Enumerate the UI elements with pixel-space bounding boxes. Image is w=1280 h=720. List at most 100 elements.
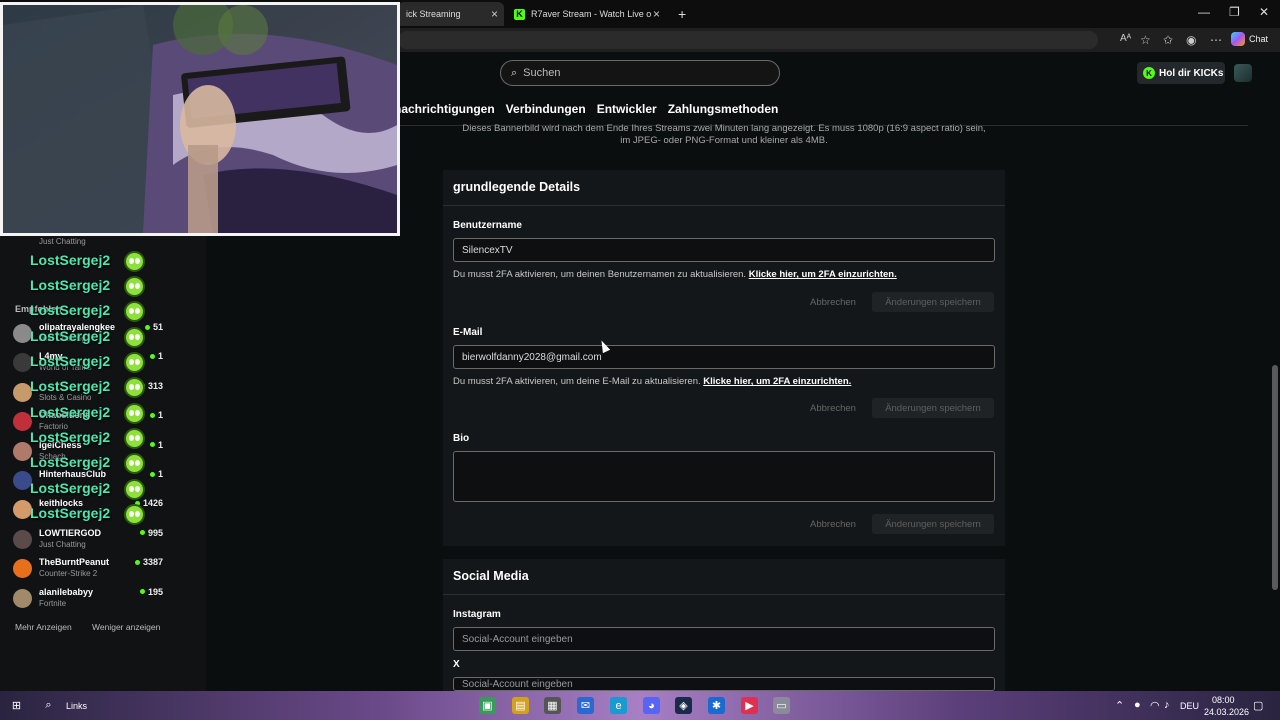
- card-divider: [443, 205, 1005, 206]
- x-field[interactable]: Social-Account eingeben: [453, 677, 995, 691]
- tab-developer[interactable]: Entwickler: [597, 102, 657, 116]
- microphone-icon[interactable]: ●: [1134, 699, 1141, 711]
- close-icon[interactable]: ×: [491, 7, 498, 21]
- alien-emote-icon: [124, 251, 145, 272]
- show-more-link[interactable]: Mehr Anzeigen: [15, 622, 72, 632]
- sidebar-channel[interactable]: LOWTIERGOD Just Chatting 995: [13, 528, 163, 556]
- restore-icon[interactable]: ❐: [1229, 5, 1240, 19]
- windows-taskbar: ⊞ ⌕ Links ▣ ▤ ▦ ✉ e ◕ ◈ ✱ ▶ ▭ ⌃ ● ◠ ♪ DE…: [0, 691, 1280, 720]
- bluetooth-app-icon[interactable]: ✱: [708, 697, 725, 714]
- username-field[interactable]: SilencexTV: [453, 238, 995, 262]
- tab-connections[interactable]: Verbindungen: [506, 102, 586, 116]
- top-category: Just Chatting: [39, 237, 86, 246]
- get-kicks-button[interactable]: K Hol dir KICKs: [1137, 62, 1225, 84]
- search-icon[interactable]: ⌕: [40, 697, 57, 714]
- email-hint-text: Du musst 2FA aktivieren, um deine E-Mail…: [453, 376, 701, 387]
- url-field[interactable]: [398, 31, 1098, 49]
- sidebar-channel[interactable]: TheBurntPeanut Counter-Strike 2 3387: [13, 557, 163, 585]
- media-player-icon[interactable]: ▶: [741, 697, 758, 714]
- alien-emote-icon: [124, 377, 145, 398]
- alien-emote-icon: [124, 301, 145, 322]
- setup-2fa-link[interactable]: Klicke hier, um 2FA einzurichten.: [749, 269, 897, 280]
- alien-emote-icon: [124, 327, 145, 348]
- chat-username: LostSergej2: [30, 429, 111, 445]
- user-avatar[interactable]: [1234, 64, 1252, 82]
- username-hint: Du musst 2FA aktivieren, um deinen Benut…: [453, 269, 897, 280]
- wifi-icon[interactable]: ◠: [1150, 699, 1160, 712]
- live-dot-icon: [134, 559, 140, 565]
- viewer-count: 995: [139, 527, 163, 538]
- email-field[interactable]: bierwolfdanny2028@gmail.com: [453, 345, 995, 369]
- tab-kick-settings[interactable]: ick Streaming ×: [398, 2, 504, 26]
- language-indicator[interactable]: DEU: [1180, 701, 1199, 711]
- edge-icon[interactable]: e: [610, 697, 627, 714]
- extension-icon[interactable]: ◉: [1186, 33, 1196, 47]
- live-dot-icon: [149, 353, 155, 359]
- instagram-field[interactable]: Social-Account eingeben: [453, 627, 995, 651]
- cancel-button[interactable]: Abbrechen: [800, 514, 866, 534]
- windows-start-icon[interactable]: ⊞: [8, 697, 25, 714]
- live-dot-icon: [149, 442, 155, 448]
- sidebar-channel[interactable]: alanilebabyy Fortnite 195: [13, 587, 163, 615]
- viewer-count-value: 195: [147, 586, 163, 597]
- favorite-star-icon[interactable]: ☆: [1140, 33, 1151, 47]
- kick-icon: K: [514, 8, 525, 20]
- copilot-chat-button[interactable]: Chat: [1230, 32, 1268, 46]
- email-label: E-Mail: [453, 327, 483, 338]
- tab-notifications[interactable]: nachrichtigungen: [394, 102, 495, 116]
- notifications-icon[interactable]: ▢: [1253, 699, 1263, 712]
- new-tab-button[interactable]: +: [670, 2, 690, 26]
- store-icon[interactable]: ▦: [544, 697, 561, 714]
- tab-r7aver-stream[interactable]: K R7aver Stream - Watch Live on Ki... ×: [506, 2, 666, 26]
- chat-username: LostSergej2: [30, 353, 111, 369]
- file-explorer-icon[interactable]: ▤: [512, 697, 529, 714]
- setup-2fa-link[interactable]: Klicke hier, um 2FA einzurichten.: [703, 376, 851, 387]
- live-dot-icon: [144, 324, 150, 330]
- window-icon[interactable]: ▭: [773, 697, 790, 714]
- bio-textarea[interactable]: [453, 451, 995, 502]
- viewer-count-value: 1: [157, 469, 163, 479]
- save-button[interactable]: Änderungen speichern: [872, 292, 994, 312]
- viewer-count-value: 1: [157, 439, 163, 450]
- viewer-count: 1: [149, 439, 163, 450]
- channel-name: LOWTIERGOD: [39, 527, 101, 538]
- cancel-button[interactable]: Abbrechen: [800, 292, 866, 312]
- favorites-icon[interactable]: ✩: [1163, 33, 1173, 47]
- copilot-icon: [1230, 32, 1245, 46]
- channel-avatar: [13, 529, 32, 549]
- clock-date[interactable]: 24.03.2026: [1204, 707, 1249, 717]
- volume-icon[interactable]: ♪: [1164, 699, 1170, 711]
- steam-icon[interactable]: ◈: [675, 697, 692, 714]
- search-icon: ⌕: [511, 66, 518, 79]
- tab-title: ick Streaming: [406, 9, 461, 19]
- scrollbar-thumb[interactable]: [1272, 365, 1278, 590]
- cancel-button[interactable]: Abbrechen: [800, 398, 866, 418]
- section-title: Social Media: [453, 569, 529, 583]
- tray-chevron-icon[interactable]: ⌃: [1115, 699, 1124, 712]
- close-icon[interactable]: ×: [653, 7, 660, 21]
- show-less-link[interactable]: Weniger anzeigen: [92, 622, 160, 632]
- chat-username: LostSergej2: [30, 454, 111, 470]
- alien-emote-icon: [124, 504, 145, 525]
- viewer-count-value: 995: [147, 527, 163, 538]
- discord-icon[interactable]: ◕: [643, 697, 660, 714]
- channel-category: Slots & Casino: [39, 392, 92, 402]
- app-icon[interactable]: ▣: [479, 697, 496, 714]
- page-scrollbar[interactable]: [1272, 60, 1278, 690]
- close-window-icon[interactable]: ✕: [1259, 5, 1269, 19]
- alien-emote-icon: [124, 403, 145, 424]
- read-aloud-icon[interactable]: Aᴬ: [1120, 33, 1131, 44]
- search-input[interactable]: ⌕ Suchen: [500, 60, 780, 86]
- mail-icon[interactable]: ✉: [577, 697, 594, 714]
- alien-emote-icon: [124, 479, 145, 500]
- save-button[interactable]: Änderungen speichern: [872, 398, 994, 418]
- save-button[interactable]: Änderungen speichern: [872, 514, 994, 534]
- viewer-count-value: 1: [157, 410, 163, 421]
- tab-payment-methods[interactable]: Zahlungsmethoden: [668, 102, 779, 116]
- chat-username: LostSergej2: [30, 404, 111, 420]
- minimize-icon[interactable]: —: [1198, 5, 1210, 19]
- more-menu-icon[interactable]: ⋯: [1210, 33, 1222, 47]
- taskbar-search-text[interactable]: Links: [66, 701, 87, 711]
- clock-time[interactable]: 08:00: [1212, 695, 1235, 705]
- viewer-count-value: 51: [152, 322, 163, 332]
